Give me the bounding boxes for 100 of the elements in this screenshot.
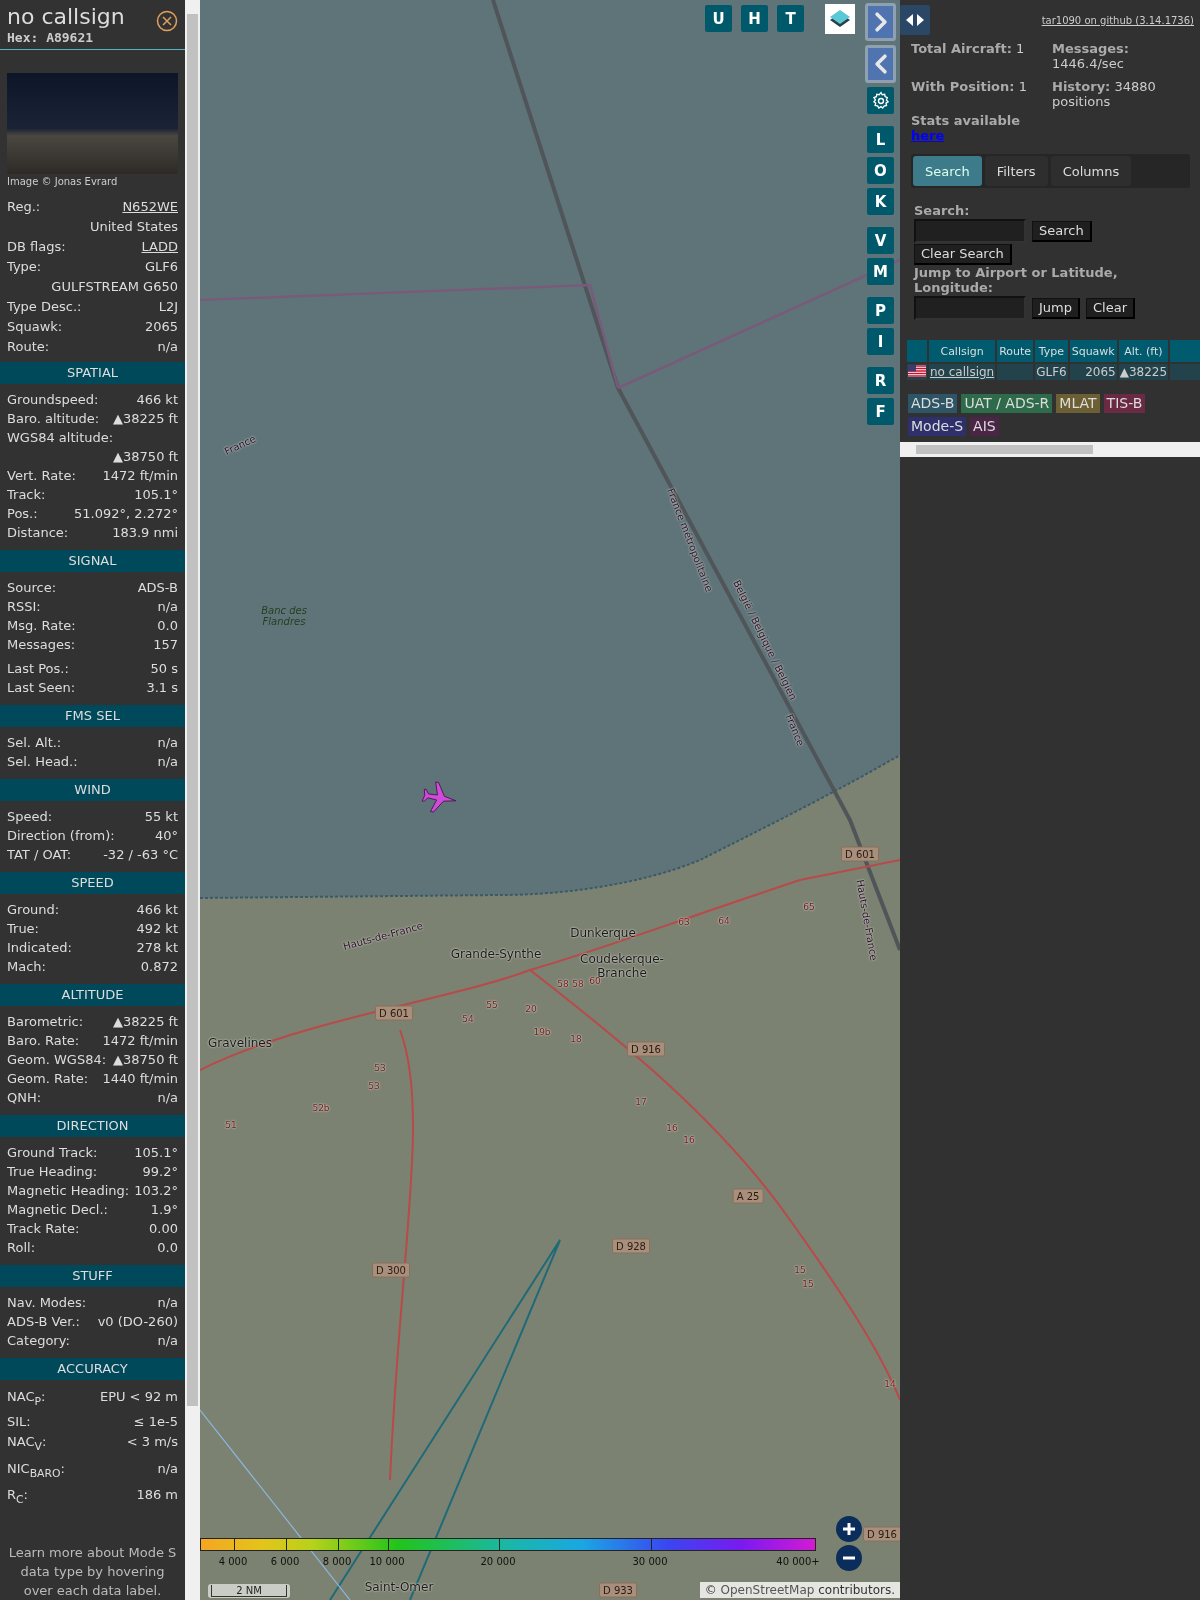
settings-button[interactable] [867, 87, 894, 114]
field-value: ▲38750 ft [113, 447, 178, 466]
boundary-label: France [783, 712, 807, 748]
clear-button[interactable]: Clear [1086, 297, 1135, 319]
field-label: Msg. Rate: [7, 616, 76, 635]
field-link[interactable]: LADD [141, 236, 178, 257]
field-value: v0 (DO-260) [97, 1312, 178, 1331]
field-value: 278 kt [136, 938, 178, 957]
jump-button[interactable]: Jump [1032, 297, 1080, 319]
left-right-arrows-icon [905, 13, 925, 27]
field-label: Route: [7, 337, 50, 356]
tab[interactable]: Filters [984, 156, 1048, 186]
map-toggle-button[interactable]: H [741, 5, 768, 32]
field-label: Category: [7, 1331, 70, 1350]
tab[interactable]: Search [913, 156, 982, 186]
table-cell [1170, 364, 1200, 380]
junction-number: 53 [368, 1081, 380, 1091]
field-label: RSSI: [7, 597, 41, 616]
field-value: 2065 [144, 317, 178, 336]
junction-number: 16 [666, 1123, 678, 1133]
photo-credit: Image © Jonas Evrard [6, 174, 119, 189]
field-value: GULFSTREAM G650 [51, 277, 178, 296]
field-label: True Heading: [7, 1162, 98, 1181]
field-value: 51.092°, 2.272° [74, 504, 178, 523]
field-label: Direction (from): [7, 826, 115, 845]
hex-code: Hex: A89621 [7, 30, 95, 45]
map-toggle-button[interactable]: V [867, 227, 894, 254]
junction-number: 55 [486, 1000, 498, 1010]
stat-text: With Position: 1 [911, 79, 1028, 96]
scale-label: 2 NM [211, 1585, 287, 1597]
field-label: Geom. Rate: [7, 1069, 89, 1088]
field-label: Messages: [7, 635, 76, 654]
clear-search-button[interactable]: Clear Search [914, 244, 1012, 265]
altitude-label: 4 000 [218, 1556, 248, 1567]
map-toggle-button[interactable]: R [867, 367, 894, 394]
altitude-label: 20 000 [480, 1556, 516, 1567]
field-label: Track Rate: [7, 1219, 80, 1238]
field-value: n/a [157, 1088, 178, 1107]
tab[interactable]: Columns [1050, 156, 1132, 186]
altitude-label: 40 000+ [776, 1556, 820, 1567]
callsign-link[interactable]: no callsign [930, 365, 995, 379]
section-header: SPEED [0, 871, 185, 894]
search-field[interactable] [914, 219, 1026, 243]
map-toggle-button[interactable]: K [867, 188, 894, 215]
field-label: Sel. Alt.: [7, 733, 62, 752]
map-toggle-button[interactable]: O [867, 157, 894, 184]
source-tag: TIS-B [1103, 394, 1146, 413]
column-header[interactable]: Route [997, 340, 1034, 362]
field-value: 55 kt [144, 807, 178, 826]
field-label: ADS-B Ver.: [7, 1312, 80, 1331]
map-toggle-button[interactable]: I [867, 328, 894, 355]
column-header[interactable]: Callsign [929, 340, 996, 362]
field-label: NIC$_{BARO}$: [7, 1459, 65, 1482]
github-link[interactable]: tar1090 on github (3.14.1736) [1041, 15, 1194, 26]
panel-toggle-button[interactable] [900, 5, 930, 35]
map-toggle-button[interactable]: M [867, 258, 894, 285]
map-toggle-button[interactable]: P [867, 297, 894, 324]
field-value: 492 kt [136, 919, 178, 938]
field-value: L2J [158, 297, 178, 316]
expand-button[interactable] [865, 3, 896, 41]
table-header [907, 340, 927, 362]
field-label: Last Seen: [7, 678, 76, 697]
map-toggle-button[interactable]: T [777, 5, 804, 32]
map-toggle-button[interactable]: U [705, 5, 732, 32]
horizontal-scrollbar[interactable] [900, 442, 1200, 457]
column-header[interactable]: Type [1035, 340, 1068, 362]
search-button[interactable]: Search [1032, 220, 1092, 242]
field-label: Magnetic Decl.: [7, 1200, 108, 1219]
collapse-button[interactable] [865, 45, 896, 83]
road-shield: D 916 [863, 1526, 900, 1542]
section-header: ACCURACY [0, 1357, 185, 1380]
attribution-link[interactable]: OpenStreetMap [720, 1583, 815, 1597]
layers-button[interactable] [825, 4, 855, 34]
column-header[interactable]: Alt. (ft) [1118, 340, 1169, 362]
field-value: 186 m [136, 1486, 178, 1505]
aircraft-icon[interactable] [421, 781, 457, 813]
jump-field[interactable] [914, 296, 1026, 320]
stats-note: Stats available [910, 112, 1022, 128]
field-value: 105.1° [134, 1143, 178, 1162]
altitude-label: 8 000 [322, 1556, 352, 1567]
field-label: True: [7, 919, 39, 938]
callsign-title: no callsign [7, 4, 125, 30]
table-cell: ▲38225 [1118, 364, 1169, 380]
vertical-scrollbar[interactable] [185, 0, 200, 1600]
junction-number: 63 [678, 917, 690, 927]
field-value: 103.2° [134, 1181, 178, 1200]
field-label: Squawk: [7, 317, 63, 336]
map-toggle-button[interactable]: F [867, 398, 894, 425]
map-toggle-button[interactable]: L [867, 126, 894, 153]
field-value: 183.9 nmi [112, 523, 178, 542]
attribution-text: contributors. [817, 1583, 895, 1597]
close-icon[interactable] [156, 10, 178, 32]
field-label: Reg.: [7, 197, 41, 216]
stat-text: Total Aircraft: 1 [911, 41, 1026, 58]
photo-placeholder[interactable] [7, 73, 178, 174]
field-label: DB flags: [7, 237, 66, 256]
field-link[interactable]: N652WE [122, 196, 178, 217]
help-text: Learn more about Mode S data type by hovering over each data label. [7, 1544, 178, 1600]
place-label: Grande-Synthe [450, 947, 542, 961]
column-header[interactable]: Squawk [1069, 340, 1117, 362]
